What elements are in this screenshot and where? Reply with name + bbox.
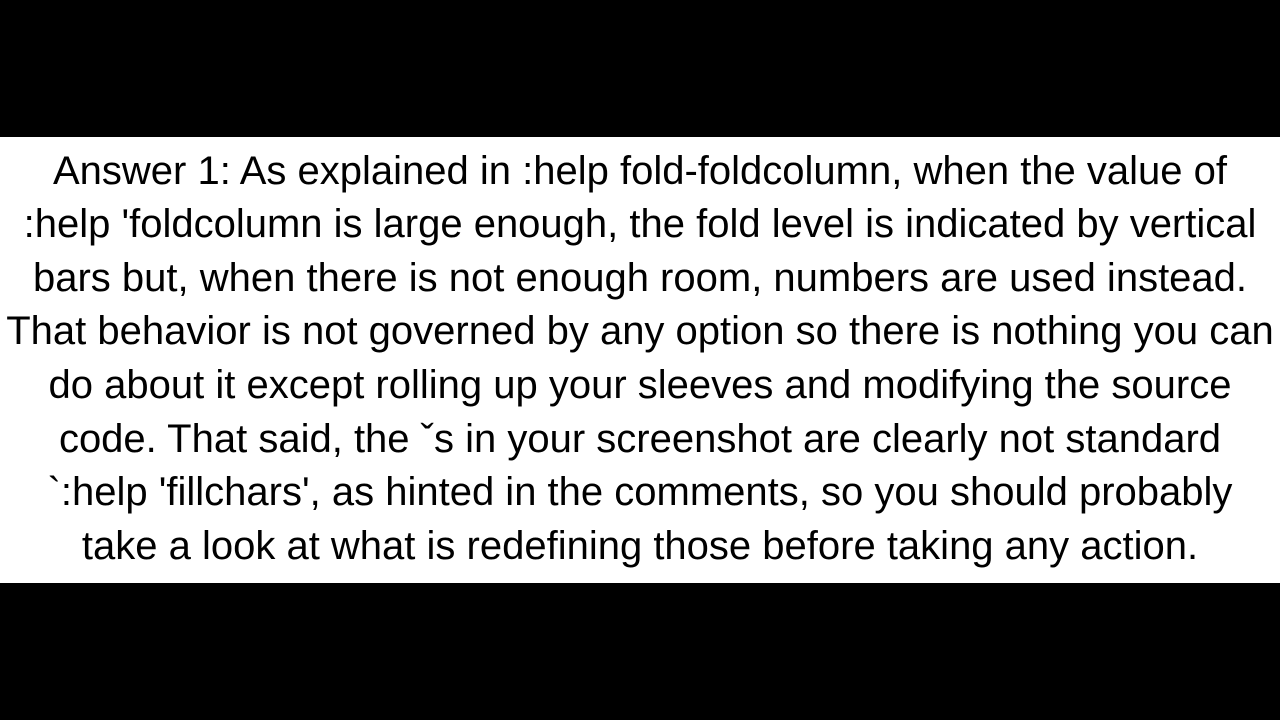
answer-body: Answer 1: As explained in :help fold-fol…	[6, 145, 1274, 574]
text-panel: Answer 1: As explained in :help fold-fol…	[0, 137, 1280, 584]
